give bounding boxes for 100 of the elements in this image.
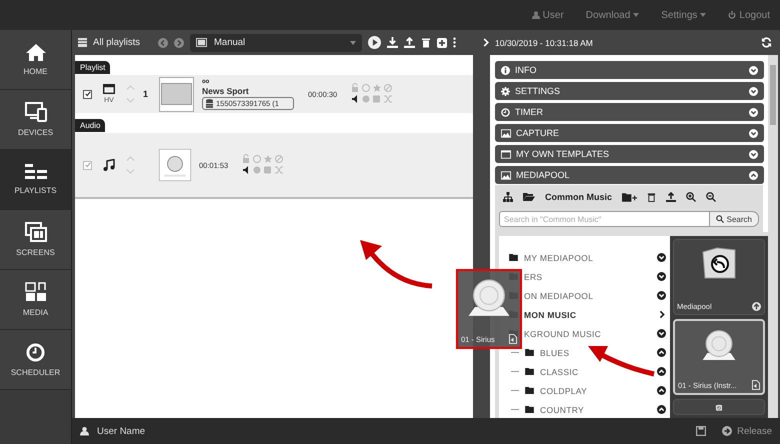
tree-item[interactable]: BLUES [540, 348, 651, 358]
chevron-up-icon[interactable] [749, 170, 758, 180]
new-folder-icon[interactable] [622, 192, 638, 202]
section-tag: Audio [75, 119, 106, 132]
tree-item[interactable]: KGROUND MUSIC [524, 328, 651, 338]
nav-item[interactable]: SCHEDULER [0, 330, 71, 390]
up-arrow-icon [752, 302, 761, 311]
window-icon [103, 84, 115, 94]
chevron-down-icon[interactable] [657, 272, 666, 281]
sitemap-icon[interactable] [503, 192, 513, 202]
top-menu-link[interactable]: Logout [728, 10, 770, 20]
screens-icon [24, 222, 46, 242]
back-icon[interactable] [158, 38, 168, 48]
clock-icon [26, 342, 45, 362]
folder-name: Common Music [545, 192, 612, 202]
image-icon [501, 128, 511, 138]
folder-icon [525, 349, 534, 356]
nav-item[interactable]: HOME [0, 30, 71, 90]
window-icon [501, 150, 511, 158]
chevron-up-icon[interactable] [657, 386, 666, 395]
nav-item[interactable]: PLAYLISTS [0, 150, 71, 210]
folder-icon[interactable] [523, 192, 535, 202]
info-icon [501, 66, 510, 74]
tree-item[interactable]: CLASSIC [540, 366, 651, 376]
media-icon [24, 282, 46, 302]
forward-icon[interactable] [174, 38, 184, 48]
search-button[interactable]: Search [710, 211, 759, 227]
chevron-down-icon[interactable] [749, 150, 758, 158]
trash-icon[interactable] [647, 192, 656, 202]
checkbox[interactable] [83, 90, 92, 98]
playlists-link[interactable]: All playlists [93, 37, 140, 48]
folder-icon [525, 406, 534, 413]
tree-item[interactable]: ERS [524, 272, 651, 282]
item-title: News Sport [202, 86, 250, 96]
save-icon[interactable] [696, 426, 706, 436]
home-icon [26, 43, 46, 61]
accordion-header[interactable]: MEDIAPOOL [495, 166, 764, 184]
audio-file-icon [509, 334, 517, 344]
play-icon[interactable] [368, 36, 381, 49]
gear-icon [501, 86, 510, 96]
chevron-up-icon[interactable] [657, 367, 666, 376]
chevron-up-icon[interactable] [657, 348, 666, 357]
chevron-right-icon[interactable] [658, 310, 666, 319]
upload-icon[interactable] [404, 37, 415, 48]
database-icon [206, 98, 213, 108]
chevron-up-icon[interactable] [657, 405, 666, 414]
top-menu-link[interactable]: Settings [661, 10, 706, 20]
chevron-down-icon[interactable] [657, 253, 666, 262]
upload-icon[interactable] [666, 192, 676, 202]
tree-item[interactable]: COLDPLAY [540, 386, 651, 396]
nav-item[interactable]: DEVICES [0, 90, 71, 150]
folder-back-icon [715, 404, 723, 411]
user-icon [532, 11, 540, 19]
chevron-down-icon[interactable] [749, 108, 758, 116]
accordion-header[interactable]: INFO [495, 61, 764, 79]
arrow-right-circle-icon [722, 426, 732, 436]
top-menu-link[interactable]: User [532, 10, 564, 20]
more-icon[interactable] [453, 37, 456, 48]
release-button[interactable]: Release [722, 426, 772, 436]
clock-icon [501, 108, 510, 116]
section-tag: Playlist [75, 61, 110, 74]
user-name: User Name [97, 426, 146, 436]
search-icon [716, 215, 724, 223]
accordion-header[interactable]: MY OWN TEMPLATES [495, 145, 764, 163]
music-note-icon [103, 159, 115, 171]
accordion-header[interactable]: TIMER [495, 103, 764, 121]
trash-icon[interactable] [421, 37, 431, 48]
user-icon [80, 426, 89, 436]
plus-icon[interactable] [437, 38, 447, 48]
caret-icon [700, 13, 706, 17]
chevron-down-icon[interactable] [657, 329, 666, 338]
zoom-out-icon[interactable] [706, 192, 716, 202]
chevron-down-icon[interactable] [749, 128, 758, 138]
nav-item[interactable]: SCREENS [0, 210, 71, 270]
tree-item[interactable]: COUNTRY [540, 404, 651, 414]
position-number: 1 [143, 89, 150, 99]
nav-item[interactable]: MEDIA [0, 270, 71, 330]
image-icon [501, 170, 511, 180]
accordion-header[interactable]: CAPTURE [495, 124, 764, 142]
media-tile[interactable] [673, 399, 765, 415]
top-menu-link[interactable]: Download [586, 10, 640, 20]
chevron-down-icon[interactable] [749, 66, 758, 74]
list-icon [24, 164, 46, 180]
caret-icon [633, 13, 640, 17]
folder-icon [525, 368, 534, 375]
accordion-header[interactable]: SETTINGS [495, 82, 764, 100]
zoom-in-icon[interactable] [686, 192, 696, 202]
tree-item[interactable]: MON MUSIC [524, 310, 652, 320]
mp3-thumbnail [159, 149, 191, 181]
playlist-dropdown[interactable]: Manual [190, 34, 362, 52]
devices-icon [24, 102, 46, 122]
tree-item[interactable]: MY MEDIAPOOL [524, 252, 651, 262]
refresh-icon[interactable] [761, 37, 772, 48]
download-icon[interactable] [387, 37, 398, 48]
news-thumbnail [159, 76, 194, 112]
chevron-down-icon[interactable] [657, 291, 666, 300]
tree-item[interactable]: ON MEDIAPOOL [524, 290, 651, 300]
chevron-down-icon[interactable] [749, 86, 758, 96]
search-field[interactable]: Search in "Common Music" [499, 211, 710, 227]
folder-icon [525, 387, 534, 394]
